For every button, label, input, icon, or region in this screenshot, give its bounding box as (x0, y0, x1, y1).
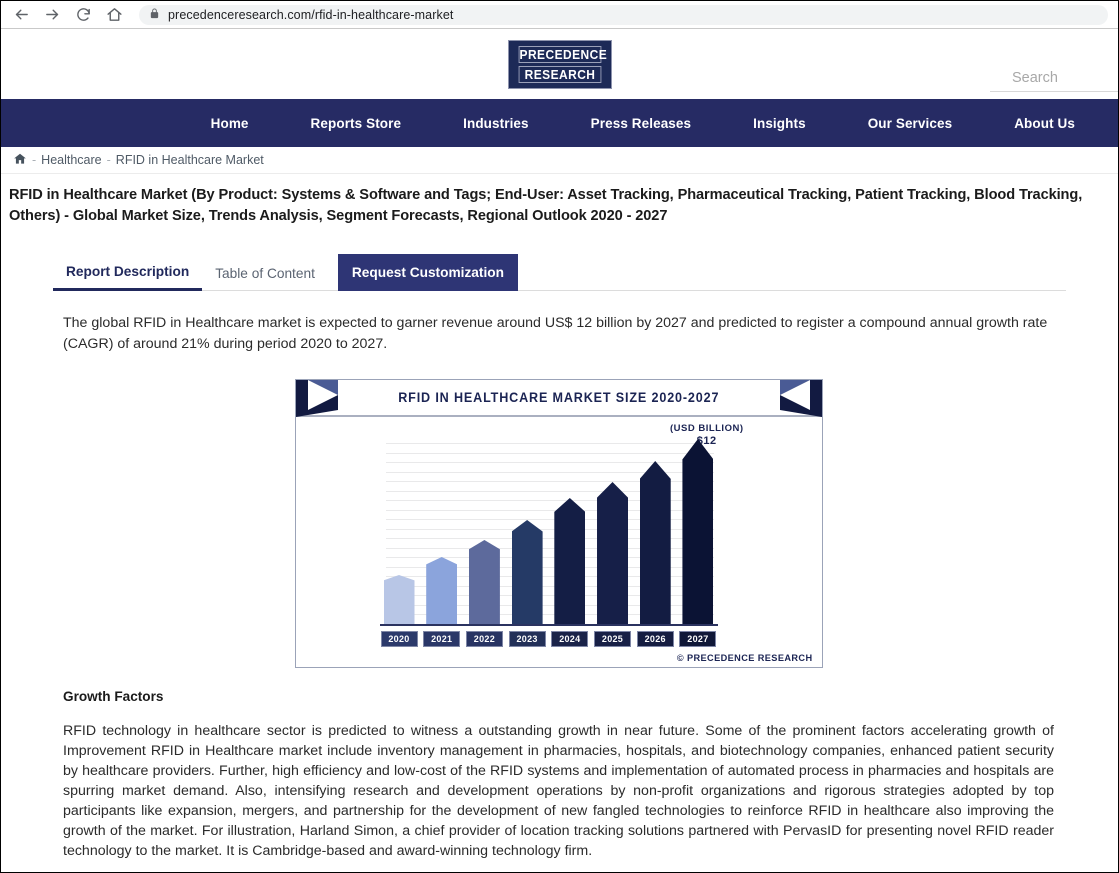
chart-year-labels: 2020 2021 2022 2023 2024 2025 2026 2027 (380, 631, 717, 647)
bar-2026 (639, 461, 671, 624)
nav-item-industries[interactable]: Industries (432, 116, 560, 131)
home-icon[interactable] (13, 152, 27, 169)
chart-title-banner: RFID IN HEALTHCARE MARKET SIZE 2020-2027 (295, 380, 822, 417)
nav-item-insights[interactable]: Insights (722, 116, 837, 131)
nav-item-press-releases[interactable]: Press Releases (560, 116, 722, 131)
bar-column-2021 (426, 557, 458, 624)
site-logo[interactable]: PRECEDENCE RESEARCH (507, 39, 612, 89)
nav-item-our-services[interactable]: Our Services (837, 116, 984, 131)
home-button[interactable] (104, 5, 124, 25)
bar-column-2027 (682, 439, 714, 624)
bar-column-2023 (511, 520, 543, 624)
ribbon-left-icon (295, 380, 338, 417)
breadcrumb-separator-2: - (106, 153, 111, 167)
growth-factors-heading: Growth Factors (63, 689, 164, 704)
forward-button[interactable] (42, 5, 62, 25)
main-navigation: Home Reports Store Industries Press Rele… (1, 99, 1118, 147)
bar-chart-plot: (USD BILLION) $12 2020 2021 2022 2023 20… (295, 417, 822, 667)
url-text: precedenceresearch.com/rfid-in-healthcar… (168, 7, 454, 22)
nav-item-home[interactable]: Home (180, 116, 280, 131)
back-button[interactable] (11, 5, 31, 25)
site-header: PRECEDENCE RESEARCH (1, 29, 1118, 99)
breadcrumb: - Healthcare - RFID in Healthcare Market (1, 147, 1118, 174)
logo-line-2: RESEARCH (518, 65, 601, 83)
address-bar[interactable]: precedenceresearch.com/rfid-in-healthcar… (139, 4, 1108, 25)
reload-button[interactable] (73, 5, 93, 25)
bar-2023 (511, 520, 543, 624)
bar-2021 (426, 557, 458, 624)
bar-2022 (468, 540, 500, 624)
breadcrumb-item-current[interactable]: RFID in Healthcare Market (116, 153, 264, 167)
year-label-2024: 2024 (551, 631, 589, 647)
logo-line-1: PRECEDENCE (518, 45, 607, 63)
bar-column-2020 (383, 575, 415, 624)
bar-2024 (554, 498, 586, 624)
tab-request-customization[interactable]: Request Customization (337, 254, 518, 291)
bar-column-2026 (639, 461, 671, 624)
market-size-infographic: RFID IN HEALTHCARE MARKET SIZE 2020-2027 (294, 379, 823, 668)
bar-column-2025 (597, 482, 629, 624)
search-input[interactable] (990, 67, 1118, 92)
page-title: RFID in Healthcare Market (By Product: S… (9, 187, 1083, 224)
search-box[interactable] (990, 67, 1118, 92)
year-label-2021: 2021 (423, 631, 461, 647)
ribbon-right-icon (779, 380, 822, 417)
bar-2025 (597, 482, 629, 624)
bar-column-2024 (554, 498, 586, 624)
breadcrumb-item-healthcare[interactable]: Healthcare (41, 153, 101, 167)
nav-item-reports-store[interactable]: Reports Store (280, 116, 433, 131)
chart-x-axis (379, 624, 718, 626)
year-label-2026: 2026 (636, 631, 674, 647)
bar-2027 (682, 439, 714, 624)
year-label-2025: 2025 (594, 631, 632, 647)
tab-report-description[interactable]: Report Description (53, 255, 203, 291)
growth-factors-paragraph: RFID technology in healthcare sector is … (63, 723, 1054, 859)
year-label-2020: 2020 (380, 631, 418, 647)
year-label-2023: 2023 (508, 631, 546, 647)
bar-column-2022 (468, 540, 500, 624)
chart-copyright: © PRECEDENCE RESEARCH (676, 653, 813, 663)
intro-paragraph: The global RFID in Healthcare market is … (63, 315, 1048, 352)
year-label-2022: 2022 (465, 631, 503, 647)
tab-table-of-content[interactable]: Table of Content (202, 257, 328, 290)
browser-toolbar: precedenceresearch.com/rfid-in-healthcar… (1, 1, 1118, 29)
chart-bars (383, 434, 714, 624)
lock-icon (149, 6, 160, 24)
year-label-2027: 2027 (679, 631, 717, 647)
chart-title: RFID IN HEALTHCARE MARKET SIZE 2020-2027 (397, 390, 720, 405)
bar-2020 (383, 575, 415, 624)
report-content: The global RFID in Healthcare market is … (1, 313, 1118, 861)
report-tabs: Report Description Table of Content Requ… (53, 251, 1066, 291)
breadcrumb-separator-1: - (32, 153, 37, 167)
nav-item-about-us[interactable]: About Us (983, 116, 1106, 131)
